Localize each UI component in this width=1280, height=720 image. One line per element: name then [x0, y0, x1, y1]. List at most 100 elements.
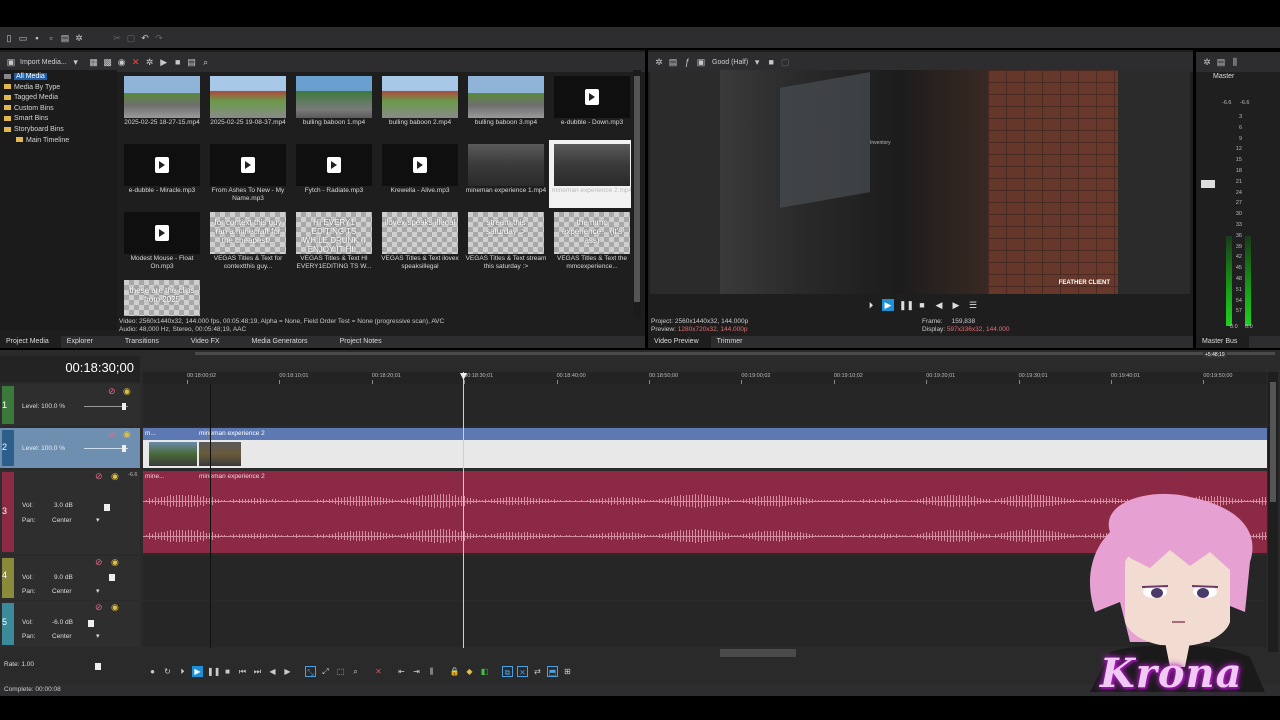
master-settings-icon[interactable]: ✲	[1202, 57, 1212, 67]
media-tile[interactable]: e-dubble - Miracle.mp3	[119, 140, 205, 208]
selection-tool-icon[interactable]: ⬚	[335, 666, 346, 677]
dropdown-icon[interactable]: ▾	[752, 57, 762, 67]
auto-crossfade-icon[interactable]: ⨯	[517, 665, 528, 677]
media-tile[interactable]: mineman experience 1.mp4	[463, 140, 549, 208]
mute-icon[interactable]: ⊘	[108, 386, 116, 397]
pan-knob-icon[interactable]: ▾	[96, 632, 100, 640]
undo-icon[interactable]: ↶	[140, 33, 150, 43]
edit-tool-icon[interactable]: ⤡	[305, 665, 316, 677]
views-icon[interactable]: ▤	[187, 57, 197, 67]
marker-icon[interactable]: ◆	[464, 666, 475, 677]
copy-snapshot-icon[interactable]: ▢	[780, 57, 790, 67]
tree-item-custom-bins[interactable]: Custom Bins	[4, 104, 113, 115]
vol-knob[interactable]	[88, 620, 94, 627]
video-frame[interactable]: Inventory FEATHER CLIENT	[720, 70, 1118, 294]
media-tile[interactable]: mineman experience 2.mp4	[549, 140, 631, 208]
prev-frame-icon[interactable]: ◀	[933, 299, 945, 311]
prev-frame-icon[interactable]: ◀	[267, 666, 278, 677]
tab-media-generators[interactable]: Media Generators	[232, 336, 320, 348]
master-fader[interactable]	[1201, 180, 1215, 188]
loop-bar[interactable]	[195, 352, 1275, 355]
split-icon[interactable]: ▣	[696, 57, 706, 67]
next-frame-icon[interactable]: ▶	[282, 666, 293, 677]
tab-video-fx[interactable]: Video FX	[171, 336, 232, 348]
envelope-tool-icon[interactable]: ⤢	[320, 666, 331, 677]
mute-icon[interactable]: ⊘	[95, 602, 103, 613]
track-5-header[interactable]: 5 Vol: -6.0 dB Pan: Center ▾ ⊘ ◉	[0, 601, 140, 647]
loop-marker[interactable]: +5:48;19	[1203, 352, 1227, 358]
media-tile[interactable]: these are the clips from 2025	[119, 276, 205, 316]
video-clip-header[interactable]: m... mineman experience 2	[143, 428, 1267, 440]
zoom-tool-icon[interactable]: ⌕	[350, 666, 361, 677]
tab-video-preview[interactable]: Video Preview	[648, 336, 711, 348]
lock-icon[interactable]: 🔒	[449, 666, 460, 677]
track-3-header[interactable]: 3 Vol: 3.0 dB Pan: Center ▾ -6.6 ⊘ ◉	[0, 470, 140, 554]
master-mixer-icon[interactable]: ▤	[1216, 57, 1226, 67]
media-tile[interactable]: 2025-02-25 19-08-37.mp4	[205, 72, 291, 140]
audio-clip-header[interactable]: mine... mineman experience 2	[143, 471, 1267, 483]
tab-project-media[interactable]: Project Media	[0, 336, 61, 348]
level-slider[interactable]	[84, 403, 128, 410]
media-tile[interactable]: bulling baboon 3.mp4	[463, 72, 549, 140]
media-tile[interactable]: bulling baboon 2.mp4	[377, 72, 463, 140]
master-meter-icon[interactable]: ⫼	[1230, 57, 1240, 67]
cut-icon[interactable]: ✂	[112, 33, 122, 43]
media-scrollbar[interactable]	[633, 70, 641, 318]
tab-project-notes[interactable]: Project Notes	[320, 336, 394, 348]
vol-knob[interactable]	[109, 574, 115, 581]
solo-icon[interactable]: ◉	[111, 602, 119, 613]
play-from-start-icon[interactable]: ⏵	[177, 666, 188, 677]
track-4-header[interactable]: 4 Vol: 9.0 dB Pan: Center ▾ ⊘ ◉	[0, 556, 140, 600]
mute-icon[interactable]: ⊘	[108, 429, 116, 440]
record-icon[interactable]: ●	[147, 666, 158, 677]
ripple-icon[interactable]: ⇄	[532, 666, 543, 677]
ignore-grouping-icon[interactable]: ⊞	[562, 666, 573, 677]
pan-knob-icon[interactable]: ▾	[96, 516, 100, 524]
solo-icon[interactable]: ◉	[123, 386, 131, 397]
time-display[interactable]: 00:18:30;00	[0, 356, 140, 382]
tab-trimmer[interactable]: Trimmer	[711, 336, 755, 348]
tree-item-smart-bins[interactable]: Smart Bins	[4, 114, 113, 125]
lock-envelopes-icon[interactable]: ⬒	[547, 665, 558, 677]
play-icon[interactable]: ▶	[159, 57, 169, 67]
video-clip-body[interactable]	[143, 440, 1267, 468]
media-tile[interactable]: 2025-02-25 18-27-15.mp4	[119, 72, 205, 140]
play-icon[interactable]: ▶	[192, 665, 203, 677]
split-icon[interactable]: ⫼	[426, 666, 437, 677]
playhead[interactable]	[463, 372, 464, 648]
pause-icon[interactable]: ❚❚	[899, 299, 914, 311]
media-tile[interactable]: Modest Mouse - Float On.mp3	[119, 208, 205, 276]
render-icon[interactable]: ▫	[46, 33, 56, 43]
quality-select[interactable]: Good (Half)	[712, 59, 748, 66]
media-tile[interactable]: bulling baboon 1.mp4	[291, 72, 377, 140]
properties-icon[interactable]: ▤	[60, 33, 70, 43]
tree-item-all-media[interactable]: All Media	[4, 72, 113, 83]
level-slider[interactable]	[84, 445, 128, 452]
solo-icon[interactable]: ◉	[123, 429, 131, 440]
redo-icon[interactable]: ↷	[154, 33, 164, 43]
tree-item-storyboard-bins[interactable]: Storyboard Bins	[4, 125, 113, 136]
fx-icon[interactable]: ✲	[145, 57, 155, 67]
timeline-vscrollbar[interactable]	[1268, 372, 1278, 652]
loop-icon[interactable]: ↻	[162, 666, 173, 677]
play-icon[interactable]: ▶	[882, 299, 894, 311]
solo-icon[interactable]: ◉	[111, 557, 119, 568]
tree-item-tagged-media[interactable]: Tagged Media	[4, 93, 113, 104]
media-tile[interactable]: e-dubble - Down.mp3	[549, 72, 631, 140]
mute-icon[interactable]: ⊘	[95, 557, 103, 568]
open-icon[interactable]: ▭	[18, 33, 28, 43]
new-project-icon[interactable]: ▯	[4, 33, 14, 43]
web-icon[interactable]: ◉	[117, 57, 127, 67]
preview-properties-icon[interactable]: ▤	[668, 57, 678, 67]
zoom-icon[interactable]: ⌕	[201, 57, 211, 67]
track-1-header[interactable]: 1 Level: 100.0 % ⊘ ◉	[0, 384, 140, 426]
media-tile[interactable]: for context this guy ran a minecraft for…	[205, 208, 291, 276]
import-media-button[interactable]: Import Media...	[20, 59, 67, 66]
rate-knob[interactable]	[95, 663, 101, 670]
next-frame-icon[interactable]: ▶	[950, 299, 962, 311]
play-from-start-icon[interactable]: ⏵	[865, 299, 877, 311]
menu-icon[interactable]: ☰	[967, 299, 979, 311]
go-to-end-icon[interactable]: ⏭	[252, 666, 263, 677]
go-to-start-icon[interactable]: ⏮	[237, 666, 248, 677]
level-knob[interactable]	[122, 403, 126, 410]
